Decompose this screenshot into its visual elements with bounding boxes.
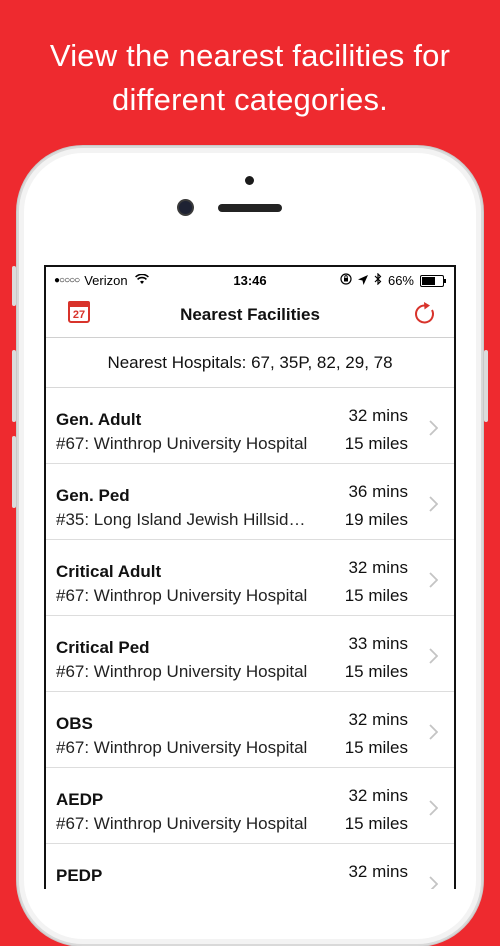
nearest-hospitals-summary: Nearest Hospitals: 67, 35P, 82, 29, 78	[107, 353, 393, 372]
category-label: Critical Ped	[56, 638, 150, 657]
facility-row[interactable]: PEDP 32 mins	[46, 844, 454, 889]
facility-row[interactable]: Gen. Ped #35: Long Island Jewish Hillsid……	[46, 464, 454, 540]
travel-time: 32 mins	[348, 558, 408, 577]
front-camera	[179, 201, 192, 214]
power-button	[484, 350, 488, 422]
distance: 15 miles	[344, 434, 408, 453]
battery-percent: 66%	[387, 273, 414, 288]
navigation-bar: 27 Nearest Facilities	[46, 293, 454, 338]
category-label: Critical Adult	[56, 562, 162, 581]
promo-headline: View the nearest facilities for differen…	[0, 34, 500, 122]
chevron-right-icon	[429, 572, 439, 592]
facility-row[interactable]: Critical Ped #67: Winthrop University Hos…	[46, 616, 454, 692]
promo-line-2: different categories.	[112, 82, 388, 117]
facility-name: #67: Winthrop University Hospital	[56, 434, 308, 453]
volume-down-button	[12, 436, 16, 508]
travel-time: 32 mins	[348, 862, 408, 881]
travel-time: 36 mins	[348, 482, 408, 501]
promo-line-1: View the nearest facilities for	[49, 38, 451, 73]
facility-row[interactable]: AEDP #67: Winthrop University Hospital 32 …	[46, 768, 454, 844]
distance: 15 miles	[344, 814, 408, 833]
travel-time: 33 mins	[348, 634, 408, 653]
chevron-right-icon	[429, 420, 439, 440]
earpiece-speaker	[218, 204, 282, 212]
chevron-right-icon	[429, 800, 439, 820]
location-arrow-icon	[357, 273, 368, 288]
facility-name: #67: Winthrop University Hospital	[56, 662, 308, 681]
facility-row[interactable]: Gen. Adult #67: Winthrop University Hospi…	[46, 388, 454, 464]
facility-name: #67: Winthrop University Hospital	[56, 814, 308, 833]
distance: 15 miles	[344, 586, 408, 605]
distance: 15 miles	[344, 662, 408, 681]
distance: 19 miles	[344, 510, 408, 529]
refresh-icon[interactable]	[412, 301, 438, 327]
category-label: AEDP	[56, 790, 104, 809]
app-screen: ●○○○○ Verizon 13:46 66% 27 Nearest Facil…	[44, 265, 456, 889]
facility-name: #67: Winthrop University Hospital	[56, 738, 308, 757]
facility-name: #67: Winthrop University Hospital	[56, 586, 308, 605]
travel-time: 32 mins	[348, 406, 408, 425]
bluetooth-icon	[374, 272, 382, 288]
facility-name: #35: Long Island Jewish Hillsid…	[56, 510, 306, 529]
orientation-lock-icon	[340, 273, 352, 288]
proximity-sensor	[245, 176, 254, 185]
category-label: PEDP	[56, 866, 103, 885]
chevron-right-icon	[429, 724, 439, 744]
travel-time: 32 mins	[348, 786, 408, 805]
chevron-right-icon	[429, 648, 439, 668]
facility-list: Gen. Adult #67: Winthrop University Hospi…	[46, 388, 454, 889]
status-bar: ●○○○○ Verizon 13:46 66%	[46, 267, 454, 293]
volume-up-button	[12, 350, 16, 422]
distance: 15 miles	[344, 738, 408, 757]
page-title: Nearest Facilities	[180, 305, 320, 324]
mute-switch	[12, 266, 16, 306]
battery-icon	[420, 274, 446, 287]
chevron-right-icon	[429, 496, 439, 516]
chevron-right-icon	[429, 876, 439, 889]
category-label: Gen. Adult	[56, 410, 142, 429]
facility-row[interactable]: Critical Adult #67: Winthrop University H…	[46, 540, 454, 616]
facility-row[interactable]: OBS #67: Winthrop University Hospital 32 m…	[46, 692, 454, 768]
category-label: Gen. Ped	[56, 486, 130, 505]
travel-time: 32 mins	[348, 710, 408, 729]
category-label: OBS	[56, 714, 93, 733]
